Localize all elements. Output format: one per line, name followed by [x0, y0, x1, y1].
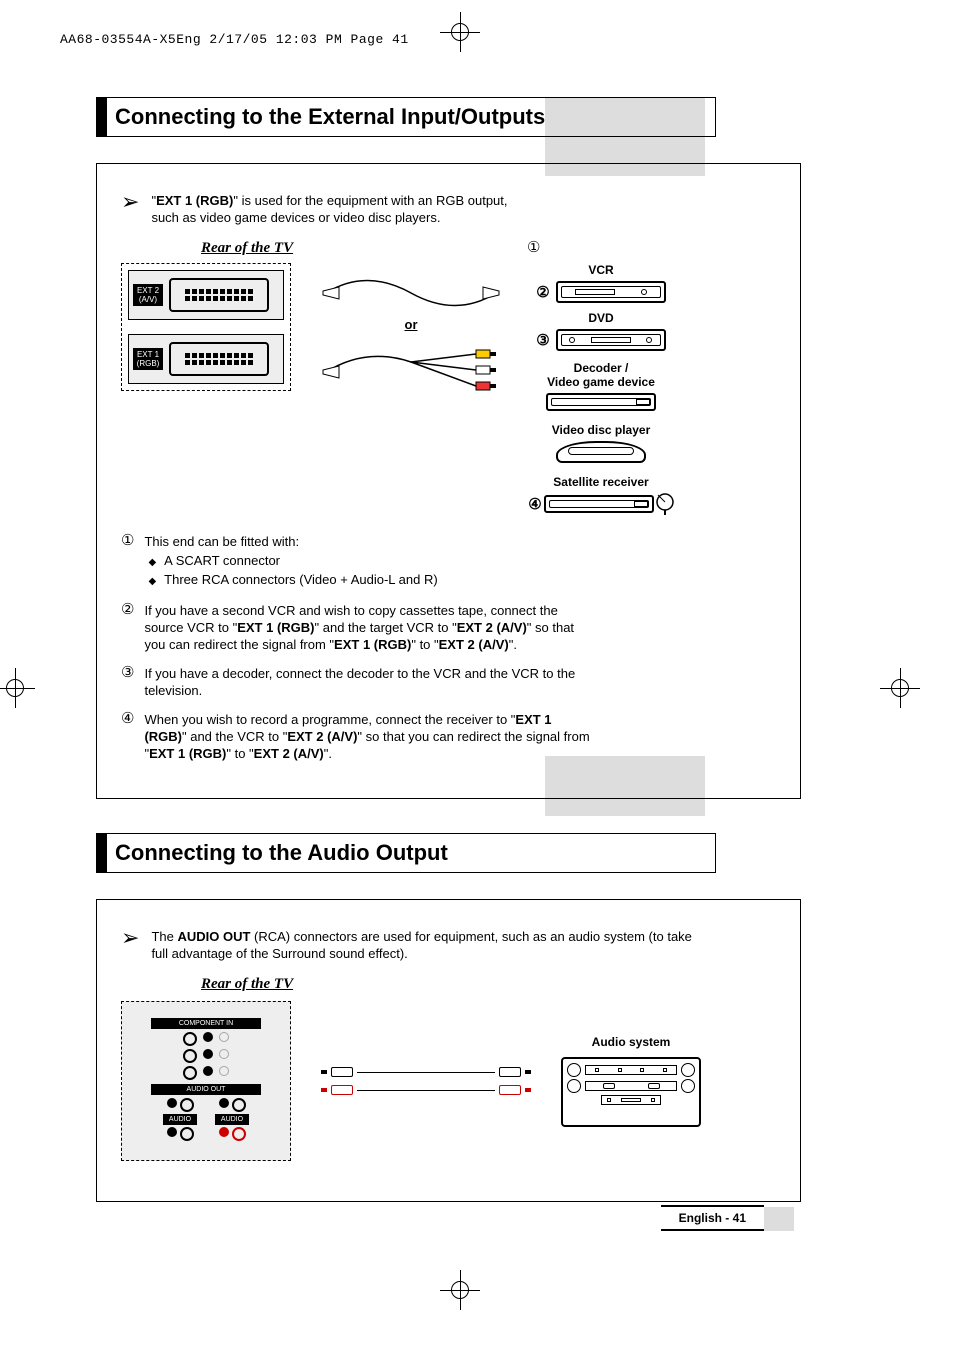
audio-system-label: Audio system — [561, 1035, 701, 1049]
rear-audio-panel-diagram: COMPONENT IN AUDIO OUT AUDIO AUDIO — [121, 1001, 291, 1161]
item-number: ① — [121, 533, 134, 590]
item-text: If you have a decoder, connect the decod… — [144, 665, 591, 699]
audio-out-label: AUDIO OUT — [151, 1084, 261, 1095]
crop-mark — [440, 1270, 480, 1310]
scart-cable-icon — [321, 263, 501, 307]
dvd-icon — [556, 329, 666, 351]
vcr-label: VCR — [588, 263, 613, 277]
content-box-audio: ➢ The AUDIO OUT (RCA) connectors are use… — [96, 899, 801, 1202]
item-text: When you wish to record a programme, con… — [144, 711, 591, 762]
vdp-label: Video disc player — [552, 423, 651, 437]
crop-mark — [440, 12, 480, 52]
bullet-item: A SCART connector — [148, 552, 437, 571]
page-number: English - 41 — [661, 1205, 764, 1231]
or-label: or — [405, 317, 418, 332]
bullet-item: Three RCA connectors (Video + Audio-L an… — [148, 571, 437, 590]
section-title-text: Connecting to the External Input/Outputs — [111, 98, 545, 136]
instruction-list: ① This end can be fitted with: A SCART c… — [121, 533, 591, 762]
component-in-label: COMPONENT IN — [151, 1018, 261, 1029]
rear-of-tv-label: Rear of the TV — [201, 976, 782, 993]
scart-port-icon — [169, 278, 269, 312]
note-arrow-icon: ➢ — [121, 930, 139, 946]
crop-mark — [0, 668, 35, 708]
note-text: The AUDIO OUT (RCA) connectors are used … — [151, 928, 711, 962]
decoder-label: Decoder / Video game device — [547, 361, 655, 389]
note-text: "EXT 1 (RGB)" is used for the equipment … — [151, 192, 521, 226]
item-number: ③ — [121, 665, 134, 699]
section-title: Connecting to the External Input/Outputs — [96, 97, 716, 137]
device-column: VCR ② DVD ③ Decoder / Video game device … — [531, 263, 671, 515]
section-title: Connecting to the Audio Output — [96, 833, 716, 873]
satellite-dish-icon — [656, 493, 674, 515]
crop-mark — [880, 668, 920, 708]
callout-4: ④ — [528, 495, 541, 514]
scart-ext2-label: EXT 2 (A/V) — [133, 284, 163, 306]
item-number: ② — [121, 602, 134, 653]
callout-2: ② — [536, 283, 549, 302]
scart-port-icon — [169, 342, 269, 376]
content-box-external: ➢ "EXT 1 (RGB)" is used for the equipmen… — [96, 163, 801, 799]
satellite-receiver-icon — [544, 495, 654, 513]
video-disc-player-icon — [556, 441, 646, 463]
item-text: If you have a second VCR and wish to cop… — [144, 602, 591, 653]
rear-of-tv-label: Rear of the TV — [201, 240, 782, 257]
cable-diagram: or — [311, 263, 511, 396]
section-title-text: Connecting to the Audio Output — [111, 834, 448, 872]
callout-1: ① — [527, 238, 540, 257]
callout-3: ③ — [536, 331, 549, 350]
item-number: ④ — [121, 711, 134, 762]
scart-to-rca-cable-icon — [321, 342, 501, 396]
rca-cables-diagram — [321, 1059, 531, 1103]
rear-panel-diagram: EXT 2 (A/V) EXT 1 (RGB) — [121, 263, 291, 391]
vcr-icon — [556, 281, 666, 303]
decoder-icon — [546, 393, 656, 411]
dvd-label: DVD — [588, 311, 613, 325]
satellite-label: Satellite receiver — [553, 475, 648, 489]
decorative-grey-block — [764, 1207, 794, 1231]
item-text: This end can be fitted with: — [144, 534, 299, 549]
note-arrow-icon: ➢ — [121, 194, 139, 210]
audio-system-icon — [561, 1057, 701, 1127]
scart-ext1-label: EXT 1 (RGB) — [133, 348, 163, 370]
